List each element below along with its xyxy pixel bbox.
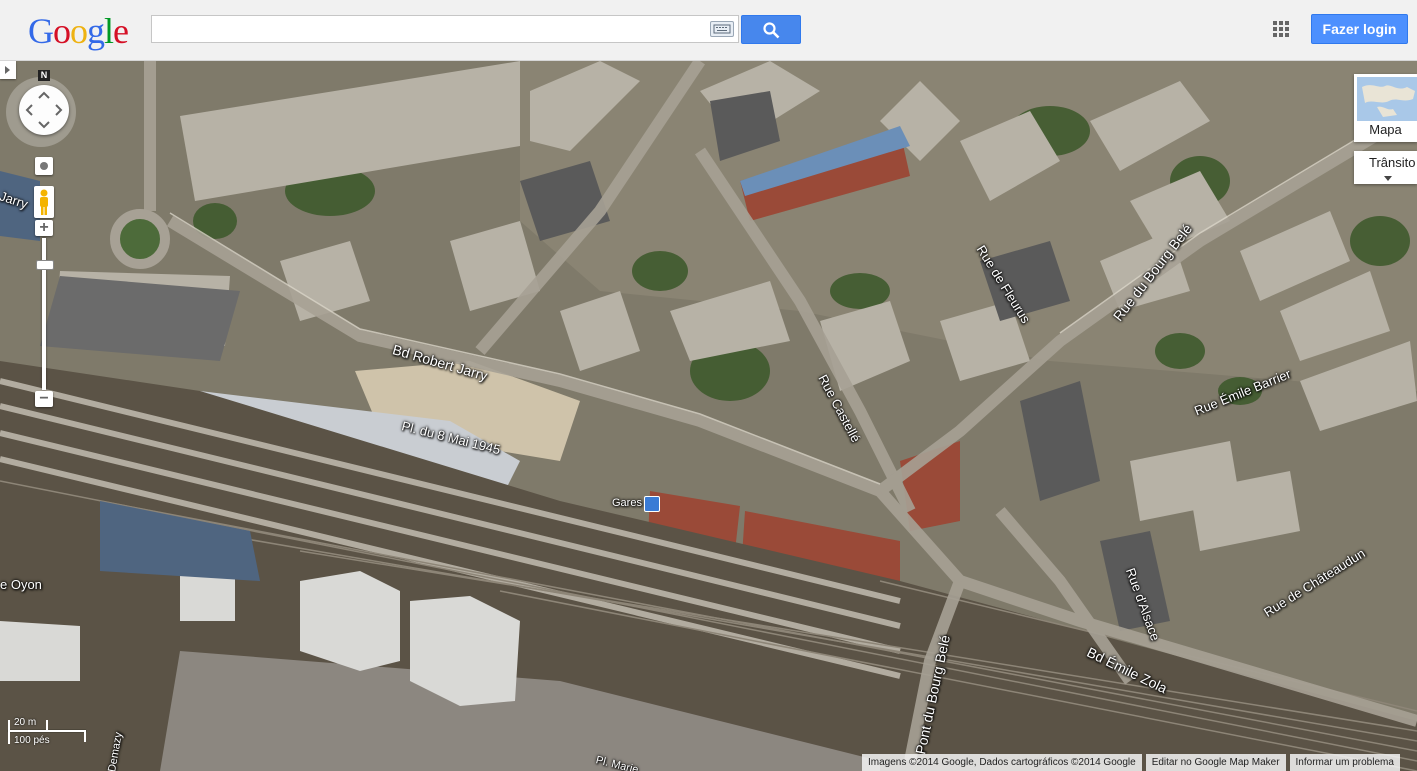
magnifier-icon (763, 22, 780, 39)
map-type-label: Mapa (1369, 122, 1402, 137)
attribution-text: Imagens ©2014 Google, Dados cartográfico… (862, 754, 1142, 771)
pan-arrows-icon (25, 91, 63, 129)
map-maker-link[interactable]: Editar no Google Map Maker (1145, 754, 1286, 771)
aerial-imagery (0, 61, 1417, 771)
logo-letter: l (104, 11, 114, 51)
poi-label-gares[interactable]: Gares (612, 497, 642, 509)
rotate-icon[interactable] (35, 157, 53, 175)
traffic-label: Trânsito (1369, 155, 1416, 170)
zoom-in-button[interactable]: + (35, 220, 53, 236)
login-button[interactable]: Fazer login (1311, 14, 1408, 44)
search-input[interactable] (152, 16, 718, 42)
logo-letter: G (28, 11, 54, 51)
scale-metric-label: 20 m (14, 717, 37, 728)
search-box[interactable] (151, 15, 739, 43)
search-button[interactable] (741, 15, 801, 44)
pan-control[interactable] (19, 85, 69, 135)
logo-letter: e (113, 11, 129, 51)
scale-imperial-label: 100 pés (14, 735, 50, 746)
top-bar: Google Fazer login (0, 0, 1417, 61)
zoom-out-button[interactable]: − (35, 391, 53, 407)
apps-grid-icon[interactable] (1273, 21, 1289, 37)
map-footer: Imagens ©2014 Google, Dados cartográfico… (862, 754, 1400, 771)
keyboard-icon[interactable] (710, 21, 734, 37)
map-scale: 20 m 100 pés (8, 717, 88, 747)
compass-north-icon[interactable]: N (38, 70, 50, 81)
logo-letter: o (70, 11, 88, 51)
street-label: e Oyon (0, 577, 42, 592)
traffic-dropdown[interactable]: Trânsito (1354, 151, 1417, 184)
logo-letter: o (53, 11, 71, 51)
report-problem-link[interactable]: Informar um problema (1289, 754, 1400, 771)
pegman-icon[interactable] (34, 186, 54, 218)
map-thumbnail (1357, 77, 1417, 121)
map-type-button[interactable]: Mapa (1354, 74, 1417, 142)
satellite-map[interactable]: Bd Robert Jarry Pl. du 8 Mai 1945 Rue Ca… (0, 61, 1417, 771)
side-panel-toggle[interactable] (0, 61, 16, 79)
google-logo[interactable]: Google (28, 11, 129, 51)
logo-letter: g (87, 11, 105, 51)
chevron-down-icon (1384, 176, 1392, 181)
zoom-slider-thumb[interactable] (36, 260, 54, 270)
train-station-icon[interactable] (644, 496, 660, 512)
